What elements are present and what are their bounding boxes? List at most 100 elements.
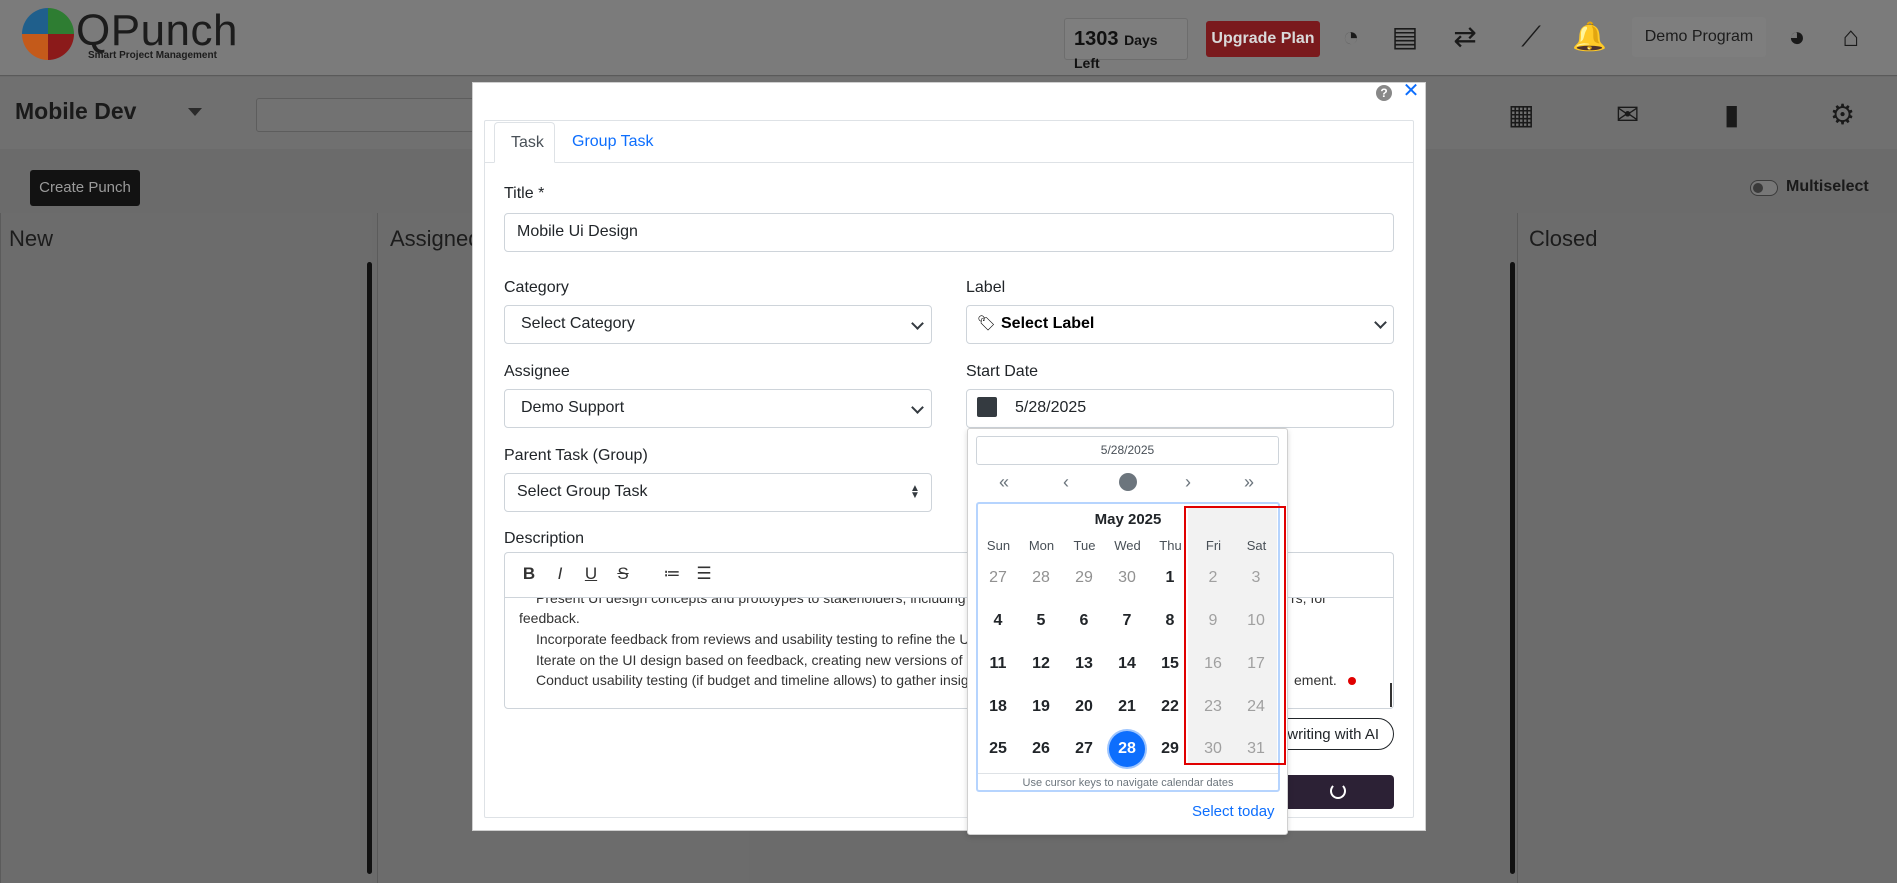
- description-line: Incorporate feedback from reviews and us…: [536, 631, 970, 647]
- close-icon[interactable]: ✕: [1402, 81, 1420, 101]
- next-year-icon[interactable]: »: [1237, 472, 1261, 492]
- calendar-day[interactable]: 18: [978, 689, 1018, 725]
- description-line-tail: rs, for: [1291, 597, 1327, 606]
- program-selector[interactable]: Demo Program: [1632, 17, 1766, 57]
- calendar-day[interactable]: 29: [1150, 731, 1190, 767]
- apps-icon[interactable]: ◕: [1780, 20, 1814, 54]
- calendar-icon[interactable]: [977, 397, 997, 417]
- start-date-input[interactable]: 5/28/2025: [966, 389, 1394, 428]
- write-with-ai-button[interactable]: writing with AI: [1270, 718, 1394, 750]
- qpunch-logo-icon[interactable]: [22, 8, 74, 60]
- italic-icon[interactable]: I: [549, 563, 571, 585]
- calendar-day[interactable]: 26: [1021, 731, 1061, 767]
- calendar-day[interactable]: 11: [978, 646, 1018, 682]
- calendar-day: 3: [1251, 569, 1261, 586]
- prev-month-icon[interactable]: ‹: [1054, 472, 1078, 492]
- document-icon[interactable]: ▮: [1724, 98, 1739, 131]
- tab-group-task[interactable]: Group Task: [556, 122, 670, 163]
- label-select[interactable]: Select Label: [966, 305, 1394, 344]
- create-punch-button[interactable]: Create Punch: [30, 170, 140, 206]
- description-line: feedback.: [519, 610, 580, 626]
- calendar-day[interactable]: 4: [978, 603, 1018, 639]
- editor-scrollbar[interactable]: [1390, 683, 1392, 707]
- calendar-day[interactable]: 27: [978, 560, 1018, 596]
- calendar-day[interactable]: 19: [1021, 689, 1061, 725]
- calendar-day[interactable]: 1: [1150, 560, 1190, 596]
- prev-year-icon[interactable]: «: [992, 472, 1016, 492]
- project-title[interactable]: Mobile Dev: [15, 98, 136, 125]
- board-column-new: [0, 213, 372, 883]
- calendar-day[interactable]: 13: [1064, 646, 1104, 682]
- calendar-day[interactable]: 8: [1150, 603, 1190, 639]
- bold-icon[interactable]: B: [518, 563, 540, 585]
- logo-subtitle: Smart Project Management: [88, 50, 217, 61]
- calendar-icon[interactable]: ▦: [1508, 98, 1534, 131]
- column-scrollbar[interactable]: [1510, 262, 1515, 874]
- top-navbar: [0, 0, 1897, 76]
- weekday-header: Sun: [986, 538, 1011, 553]
- calendar-day[interactable]: 20: [1064, 689, 1104, 725]
- calendar-day[interactable]: 28: [1021, 560, 1061, 596]
- calendar-day[interactable]: 25: [978, 731, 1018, 767]
- parent-task-select[interactable]: Select Group Task: [504, 473, 932, 512]
- settings-gear-icon[interactable]: ⚙: [1830, 98, 1855, 131]
- tab-divider: [485, 162, 1413, 163]
- datepicker-hint: Use cursor keys to navigate calendar dat…: [978, 773, 1278, 789]
- column-title-assigned: Assigned: [390, 226, 481, 251]
- calendar-day-selected[interactable]: 28: [1107, 731, 1147, 767]
- calendar-day[interactable]: 30: [1107, 560, 1147, 596]
- calendar-day[interactable]: 7: [1107, 603, 1147, 639]
- column-scrollbar[interactable]: [367, 262, 372, 874]
- calendar-day[interactable]: 21: [1107, 689, 1147, 725]
- title-input[interactable]: Mobile Ui Design: [504, 213, 1394, 252]
- current-month-icon[interactable]: [1119, 473, 1137, 491]
- help-icon[interactable]: ?: [1376, 85, 1392, 101]
- calendar-day[interactable]: 12: [1021, 646, 1061, 682]
- description-label: Description: [504, 530, 585, 547]
- calendar-day[interactable]: 14: [1107, 646, 1147, 682]
- label-label: Label: [966, 279, 1006, 296]
- calendar-month-label: May 2025: [1094, 511, 1162, 528]
- calendar-day: 23: [1204, 698, 1222, 715]
- calendar-day[interactable]: 27: [1064, 731, 1104, 767]
- list-icon[interactable]: ▤: [1388, 20, 1422, 54]
- next-month-icon[interactable]: ›: [1176, 472, 1200, 492]
- calendar-day[interactable]: 6: [1064, 603, 1104, 639]
- recording-indicator-icon: [1348, 677, 1356, 685]
- logo-text: QPunch: [76, 6, 238, 55]
- bullet-list-icon[interactable]: ☰: [693, 563, 715, 585]
- tags-icon: 🏷: [977, 315, 997, 332]
- calendar-day[interactable]: 22: [1150, 689, 1190, 725]
- board-column-closed: [1517, 213, 1897, 883]
- multiselect-label: Multiselect: [1786, 178, 1869, 195]
- calendar-day: 9: [1208, 612, 1218, 629]
- select-today-link[interactable]: Select today: [1192, 803, 1275, 820]
- calendar-day[interactable]: 29: [1064, 560, 1104, 596]
- project-caret-icon[interactable]: [188, 108, 202, 116]
- loading-spinner-icon: [1330, 783, 1346, 799]
- chart-icon[interactable]: ⟋: [1514, 20, 1548, 54]
- category-label: Category: [504, 279, 569, 296]
- column-title-closed: Closed: [1529, 226, 1598, 251]
- calendar-day[interactable]: 5: [1021, 603, 1061, 639]
- ordered-list-icon[interactable]: ≔: [661, 563, 683, 585]
- calendar-day: 30: [1204, 740, 1222, 757]
- filter-select[interactable]: [256, 98, 476, 132]
- home-icon[interactable]: ⌂: [1834, 20, 1868, 54]
- description-line: Present UI design concepts and prototype…: [536, 597, 966, 606]
- dashboard-icon[interactable]: ◔: [1334, 20, 1368, 54]
- underline-icon[interactable]: U: [580, 563, 602, 585]
- weekday-header: Tue: [1073, 538, 1096, 553]
- calendar-day: 2: [1208, 569, 1218, 586]
- start-date-label: Start Date: [966, 363, 1039, 380]
- assignee-select[interactable]: Demo Support: [504, 389, 932, 428]
- category-select[interactable]: Select Category: [504, 305, 932, 344]
- strikethrough-icon[interactable]: S: [612, 563, 634, 585]
- weekday-header: Fri: [1205, 538, 1222, 553]
- tab-task[interactable]: Task: [494, 122, 555, 163]
- comments-icon[interactable]: ✉: [1616, 98, 1639, 131]
- calendar-day[interactable]: 15: [1150, 646, 1190, 682]
- sync-icon[interactable]: ⇄: [1448, 20, 1482, 54]
- bell-icon[interactable]: 🔔: [1572, 20, 1607, 54]
- upgrade-plan-button[interactable]: Upgrade Plan: [1206, 21, 1320, 57]
